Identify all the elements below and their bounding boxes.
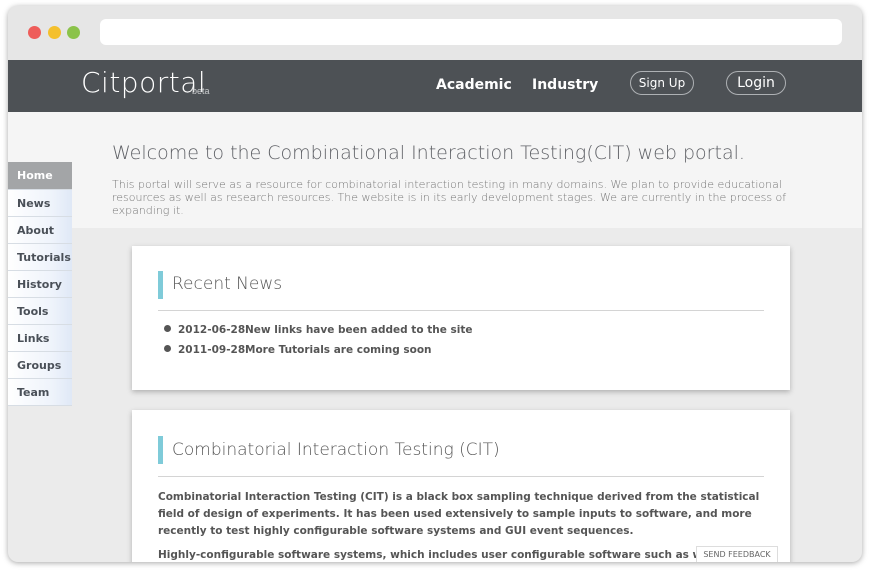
bullet-icon (164, 345, 171, 352)
welcome-text: This portal will serve as a resource for… (112, 178, 787, 217)
news-date: 2012-06-28 (178, 324, 246, 336)
sidebar-item-groups[interactable]: Groups (8, 352, 72, 379)
sidebar-item-home[interactable]: Home (8, 162, 72, 190)
news-text[interactable]: New links have been added to the site (245, 324, 472, 336)
browser-chrome (8, 6, 862, 60)
cit-paragraph-2: Highly-configurable software systems, wh… (158, 549, 717, 561)
welcome-banner: Welcome to the Combinational Interaction… (8, 112, 862, 228)
sidebar-item-news[interactable]: News (8, 190, 72, 217)
sidebar-item-about[interactable]: About (8, 217, 72, 244)
list-item[interactable]: 2011-09-28More Tutorials are coming soon (164, 344, 432, 362)
cit-card: Combinatorial Interaction Testing (CIT) … (132, 410, 790, 562)
cit-title: Combinatorial Interaction Testing (CIT) (172, 440, 500, 460)
site-header: Citportal beta Academic Industry Sign Up… (8, 60, 862, 112)
section-accent-bar (158, 436, 163, 464)
sidebar: Home News About Tutorials History Tools … (8, 162, 72, 406)
browser-window: Citportal beta Academic Industry Sign Up… (8, 6, 862, 562)
recent-news-card: Recent News 2012-06-28New links have bee… (132, 246, 790, 390)
beta-label: beta (192, 86, 210, 96)
list-item[interactable]: 2012-06-28New links have been added to t… (164, 324, 472, 342)
signup-button[interactable]: Sign Up (630, 71, 694, 95)
maximize-window-icon[interactable] (67, 26, 80, 39)
sidebar-item-links[interactable]: Links (8, 325, 72, 352)
bullet-icon (164, 325, 171, 332)
send-feedback-button[interactable]: SEND FEEDBACK (696, 546, 778, 562)
cit-paragraph: Combinatorial Interaction Testing (CIT) … (158, 491, 760, 537)
news-text[interactable]: More Tutorials are coming soon (245, 344, 432, 356)
sidebar-item-tutorials[interactable]: Tutorials (8, 244, 72, 271)
sidebar-item-history[interactable]: History (8, 271, 72, 298)
nav-industry[interactable]: Industry (532, 77, 598, 93)
news-date: 2011-09-28 (178, 344, 246, 356)
nav-academic[interactable]: Academic (436, 77, 512, 93)
close-window-icon[interactable] (28, 26, 41, 39)
divider (158, 476, 764, 477)
divider (158, 310, 764, 311)
login-button[interactable]: Login (726, 71, 786, 95)
sidebar-item-team[interactable]: Team (8, 379, 72, 406)
minimize-window-icon[interactable] (48, 26, 61, 39)
recent-news-title: Recent News (172, 274, 283, 294)
page-title: Welcome to the Combinational Interaction… (112, 142, 745, 164)
site-logo[interactable]: Citportal (81, 66, 206, 99)
section-accent-bar (158, 271, 163, 299)
address-bar[interactable] (100, 19, 842, 45)
sidebar-item-tools[interactable]: Tools (8, 298, 72, 325)
